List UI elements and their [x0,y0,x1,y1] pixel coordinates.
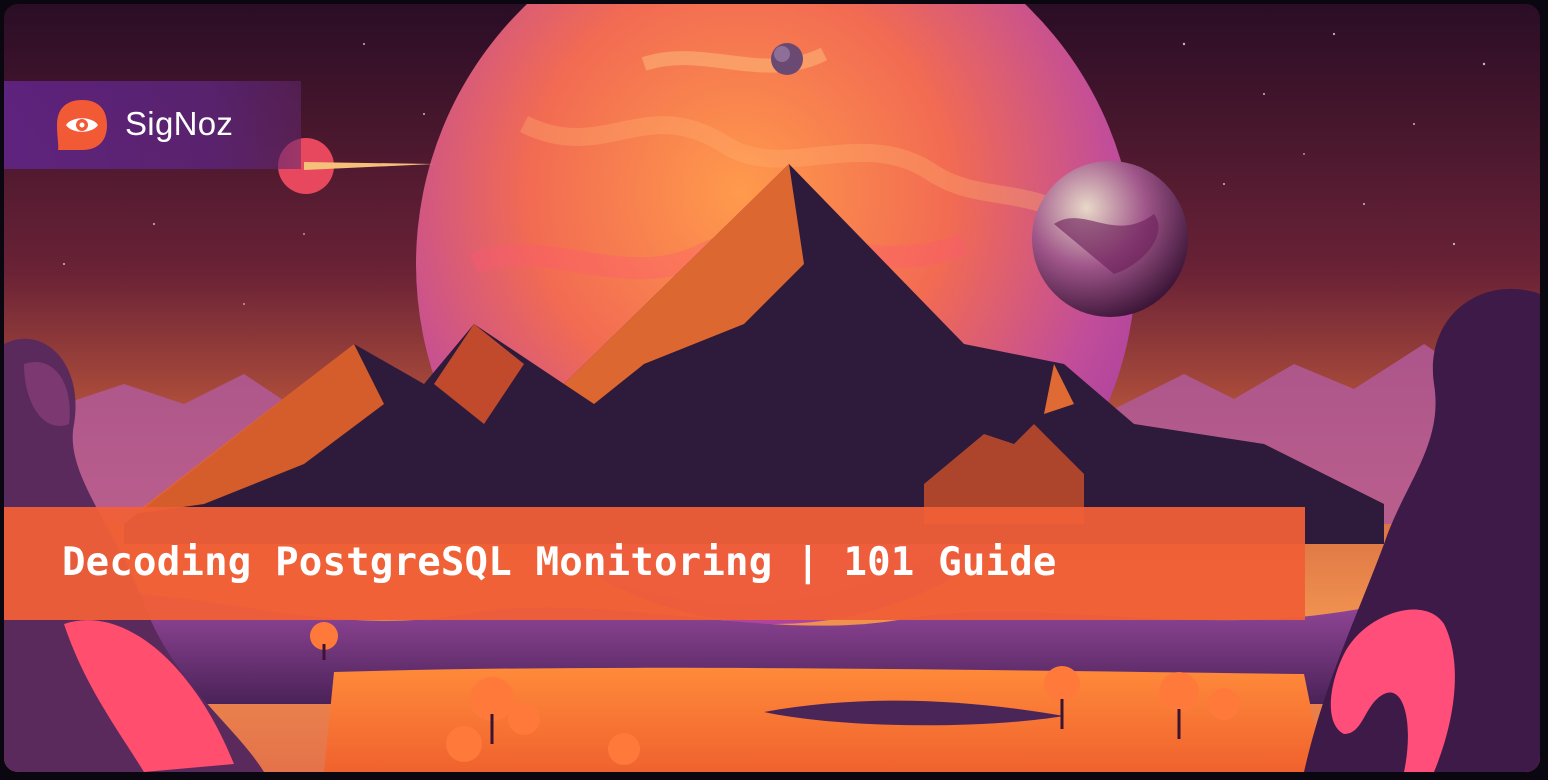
signoz-eye-logo-icon [57,100,107,150]
brand-name: SigNoz [125,105,234,142]
article-title: Decoding PostgreSQL Monitoring | 101 Gui… [62,540,1057,585]
